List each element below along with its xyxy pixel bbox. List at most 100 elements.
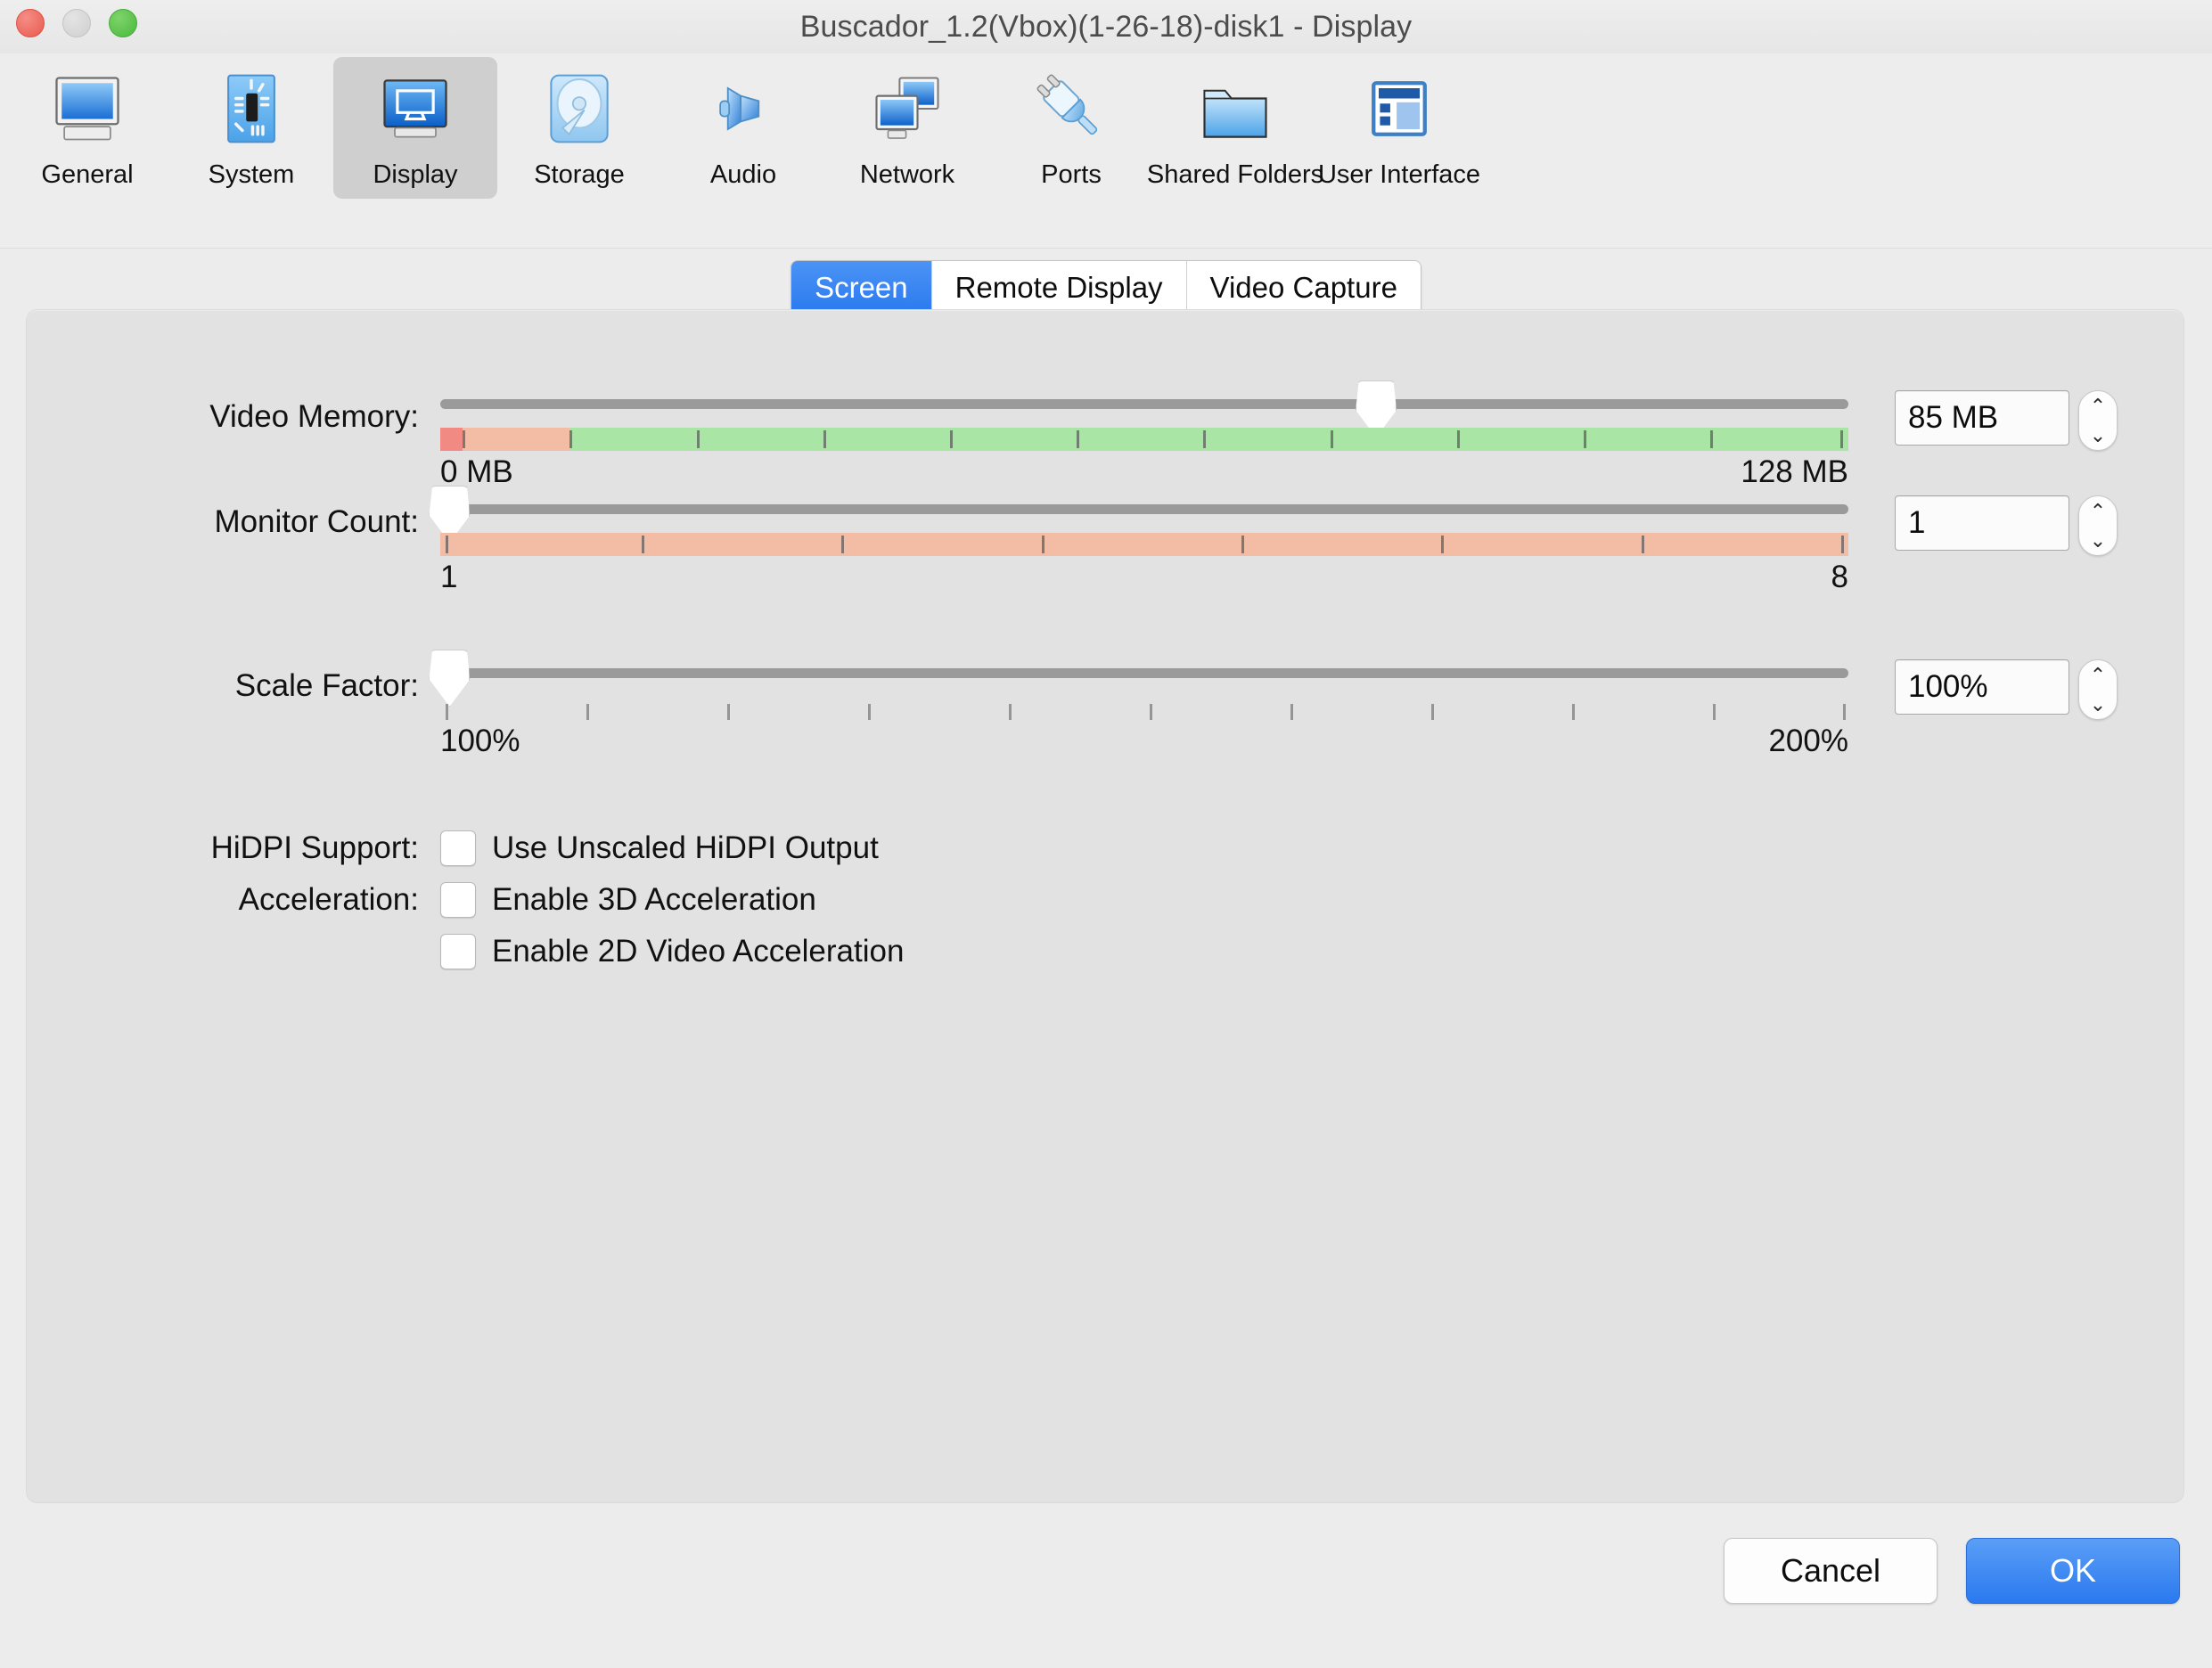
slider-tick	[641, 536, 644, 553]
unscaled-hidpi-label: Use Unscaled HiDPI Output	[492, 830, 879, 865]
scale-factor-spinbox[interactable]: 100% ⌃ ⌄	[1895, 659, 2118, 720]
hidpi-support-label: HiDPI Support:	[210, 830, 419, 865]
slider-tick	[1150, 704, 1153, 720]
close-window-button[interactable]	[16, 9, 45, 37]
scale-factor-value[interactable]: 100%	[1895, 659, 2069, 715]
slider-tick	[1041, 536, 1045, 553]
toolbar-item-storage[interactable]: Storage	[497, 57, 661, 199]
zoom-window-button[interactable]	[109, 9, 137, 37]
toolbar-item-shared-folders[interactable]: Shared Folders	[1147, 57, 1323, 199]
toolbar-item-label: Storage	[534, 160, 625, 189]
network-icon	[875, 77, 939, 139]
stepper-down-icon[interactable]: ⌄	[2090, 425, 2106, 446]
monitor-count-min: 1	[440, 560, 458, 594]
slider-tick	[1441, 536, 1445, 553]
cancel-button[interactable]: Cancel	[1724, 1538, 1938, 1604]
toolbar-item-label: Network	[859, 160, 955, 189]
video-memory-value[interactable]: 85 MB	[1895, 390, 2069, 446]
hidpi-checkbox-row[interactable]: Use Unscaled HiDPI Output	[419, 830, 879, 866]
slider-tick	[868, 704, 872, 720]
stepper-down-icon[interactable]: ⌄	[2090, 530, 2106, 551]
tab-bar-container: Screen Remote Display Video Capture	[0, 259, 2212, 316]
tab-bar: Screen Remote Display Video Capture	[791, 260, 1421, 315]
stepper-up-icon[interactable]: ⌃	[2090, 396, 2106, 416]
settings-toolbar: General System Display Storage Audio Net…	[0, 53, 2212, 249]
monitor-count-stepper[interactable]: ⌃ ⌄	[2078, 495, 2118, 556]
ok-button[interactable]: OK	[1966, 1538, 2180, 1604]
stepper-up-icon[interactable]: ⌃	[2090, 501, 2106, 521]
accel-2d-checkbox-row[interactable]: Enable 2D Video Acceleration	[419, 934, 904, 969]
toolbar-item-label: System	[208, 160, 295, 189]
slider-tick	[446, 536, 449, 553]
toolbar-item-label: Ports	[1041, 160, 1102, 189]
screen-settings-panel: Video Memory: 0 MB 128 MB 85 MB ⌃ ⌄ Moni…	[27, 310, 2183, 1502]
toolbar-item-general[interactable]: General	[5, 57, 169, 199]
toolbar-item-label: General	[41, 160, 134, 189]
stepper-up-icon[interactable]: ⌃	[2090, 665, 2106, 685]
toolbar-item-audio[interactable]: Audio	[661, 57, 825, 199]
toolbar-item-system[interactable]: System	[169, 57, 333, 199]
slider-tick	[1290, 704, 1294, 720]
slider-tick	[1241, 536, 1245, 553]
scale-factor-label: Scale Factor:	[234, 668, 419, 703]
toolbar-item-label: Shared Folders	[1146, 160, 1324, 189]
toolbar-item-ports[interactable]: Ports	[989, 57, 1153, 199]
slider-track[interactable]	[440, 668, 1848, 678]
traffic-light-group	[16, 9, 137, 37]
video-memory-max: 128 MB	[1741, 454, 1848, 489]
slider-tick	[1641, 536, 1644, 553]
tab-screen[interactable]: Screen	[791, 261, 932, 315]
scale-factor-stepper[interactable]: ⌃ ⌄	[2078, 659, 2118, 720]
monitor-count-range: 1 8	[440, 560, 1848, 595]
accel-3d-checkbox-row[interactable]: Enable 3D Acceleration	[419, 882, 816, 918]
toolbar-item-label: User Interface	[1317, 160, 1481, 189]
toolbar-item-user-interface[interactable]: User Interface	[1317, 57, 1481, 199]
slider-tick	[569, 430, 573, 448]
plug-icon	[1036, 74, 1098, 135]
slider-tick	[1839, 430, 1843, 448]
slider-track[interactable]	[440, 399, 1848, 409]
slider-tick	[1572, 704, 1576, 720]
slider-tick	[841, 536, 845, 553]
video-memory-ticks	[440, 428, 1848, 451]
toolbar-item-display[interactable]: Display	[333, 57, 497, 199]
video-memory-spinbox[interactable]: 85 MB ⌃ ⌄	[1895, 390, 2118, 451]
video-memory-range: 0 MB 128 MB	[440, 454, 1848, 490]
monitor-count-value[interactable]: 1	[1895, 495, 2069, 551]
unscaled-hidpi-checkbox[interactable]	[440, 830, 476, 866]
slider-tick	[823, 430, 826, 448]
slider-track[interactable]	[440, 504, 1848, 514]
tab-video-capture[interactable]: Video Capture	[1186, 261, 1421, 315]
video-memory-row: Video Memory: 0 MB 128 MB	[27, 380, 2183, 489]
monitor-count-row: Monitor Count: 1 8	[27, 486, 2183, 594]
scale-factor-min: 100%	[440, 724, 520, 758]
scale-factor-range: 100% 200%	[440, 724, 1848, 759]
chip-icon	[227, 74, 275, 143]
slider-tick	[696, 430, 700, 448]
monitor-icon	[55, 77, 119, 141]
stepper-down-icon[interactable]: ⌄	[2090, 694, 2106, 715]
slider-tick	[1009, 704, 1012, 720]
slider-tick	[1330, 430, 1333, 448]
toolbar-item-network[interactable]: Network	[825, 57, 989, 199]
scale-factor-ticks	[440, 697, 1848, 720]
dialog-footer: Cancel OK	[0, 1538, 2212, 1604]
enable-3d-acceleration-checkbox[interactable]	[440, 882, 476, 918]
folder-icon	[1203, 89, 1267, 138]
enable-3d-acceleration-label: Enable 3D Acceleration	[492, 882, 816, 917]
slider-tick	[463, 430, 466, 448]
minimize-window-button[interactable]	[62, 9, 91, 37]
slider-tick	[1203, 430, 1207, 448]
monitor-count-spinbox[interactable]: 1 ⌃ ⌄	[1895, 495, 2118, 556]
hidpi-support-row: HiDPI Support: Use Unscaled HiDPI Output	[27, 830, 2183, 866]
acceleration-2d-row: Enable 2D Video Acceleration	[27, 934, 2183, 969]
toolbar-item-label: Audio	[709, 160, 777, 189]
video-memory-stepper[interactable]: ⌃ ⌄	[2078, 390, 2118, 451]
slider-tick	[1077, 430, 1080, 448]
enable-2d-video-acceleration-checkbox[interactable]	[440, 934, 476, 969]
scale-factor-row: Scale Factor: 100% 200%	[27, 650, 2183, 758]
video-memory-label: Video Memory:	[209, 399, 419, 434]
tab-remote-display[interactable]: Remote Display	[931, 261, 1187, 315]
slider-tick	[1841, 536, 1845, 553]
slider-tick	[1583, 430, 1586, 448]
